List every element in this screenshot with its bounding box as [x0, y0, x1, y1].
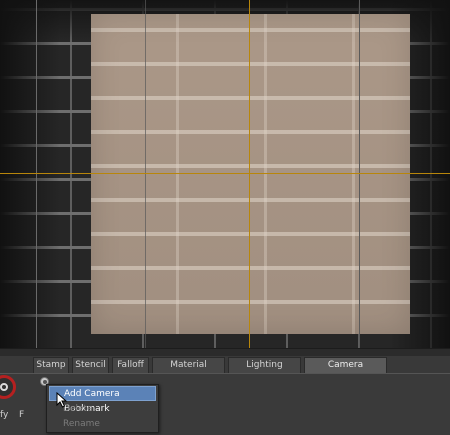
viewport-shading-left	[0, 0, 60, 348]
tab-falloff[interactable]: Falloff	[112, 357, 149, 373]
mouse-pointer-icon	[56, 392, 68, 408]
tab-material-presets[interactable]: Material Presets	[152, 357, 225, 385]
tab-lighting-presets[interactable]: Lighting Presets	[228, 357, 301, 385]
viewport-guide-line	[145, 0, 146, 348]
3d-viewport[interactable]	[0, 0, 450, 348]
menu-item-rename: Rename	[63, 419, 100, 429]
tray-tab-bar: Stamp Stencil Falloff Material Presets L…	[0, 356, 450, 385]
tab-stamp[interactable]: Stamp	[33, 357, 69, 373]
viewport-center-guide-vertical	[249, 0, 250, 348]
viewport-center-guide-horizontal	[0, 173, 450, 174]
viewport-guide-line	[36, 0, 37, 348]
tab-stencil[interactable]: Stencil	[72, 357, 109, 373]
tab-camera-bookmarks[interactable]: Camera Bookmarks	[304, 357, 387, 385]
viewport-guide-line	[359, 0, 360, 348]
tool-label: fy	[0, 410, 9, 420]
painted-texture-region	[91, 14, 410, 334]
tool-label: F	[19, 410, 25, 420]
